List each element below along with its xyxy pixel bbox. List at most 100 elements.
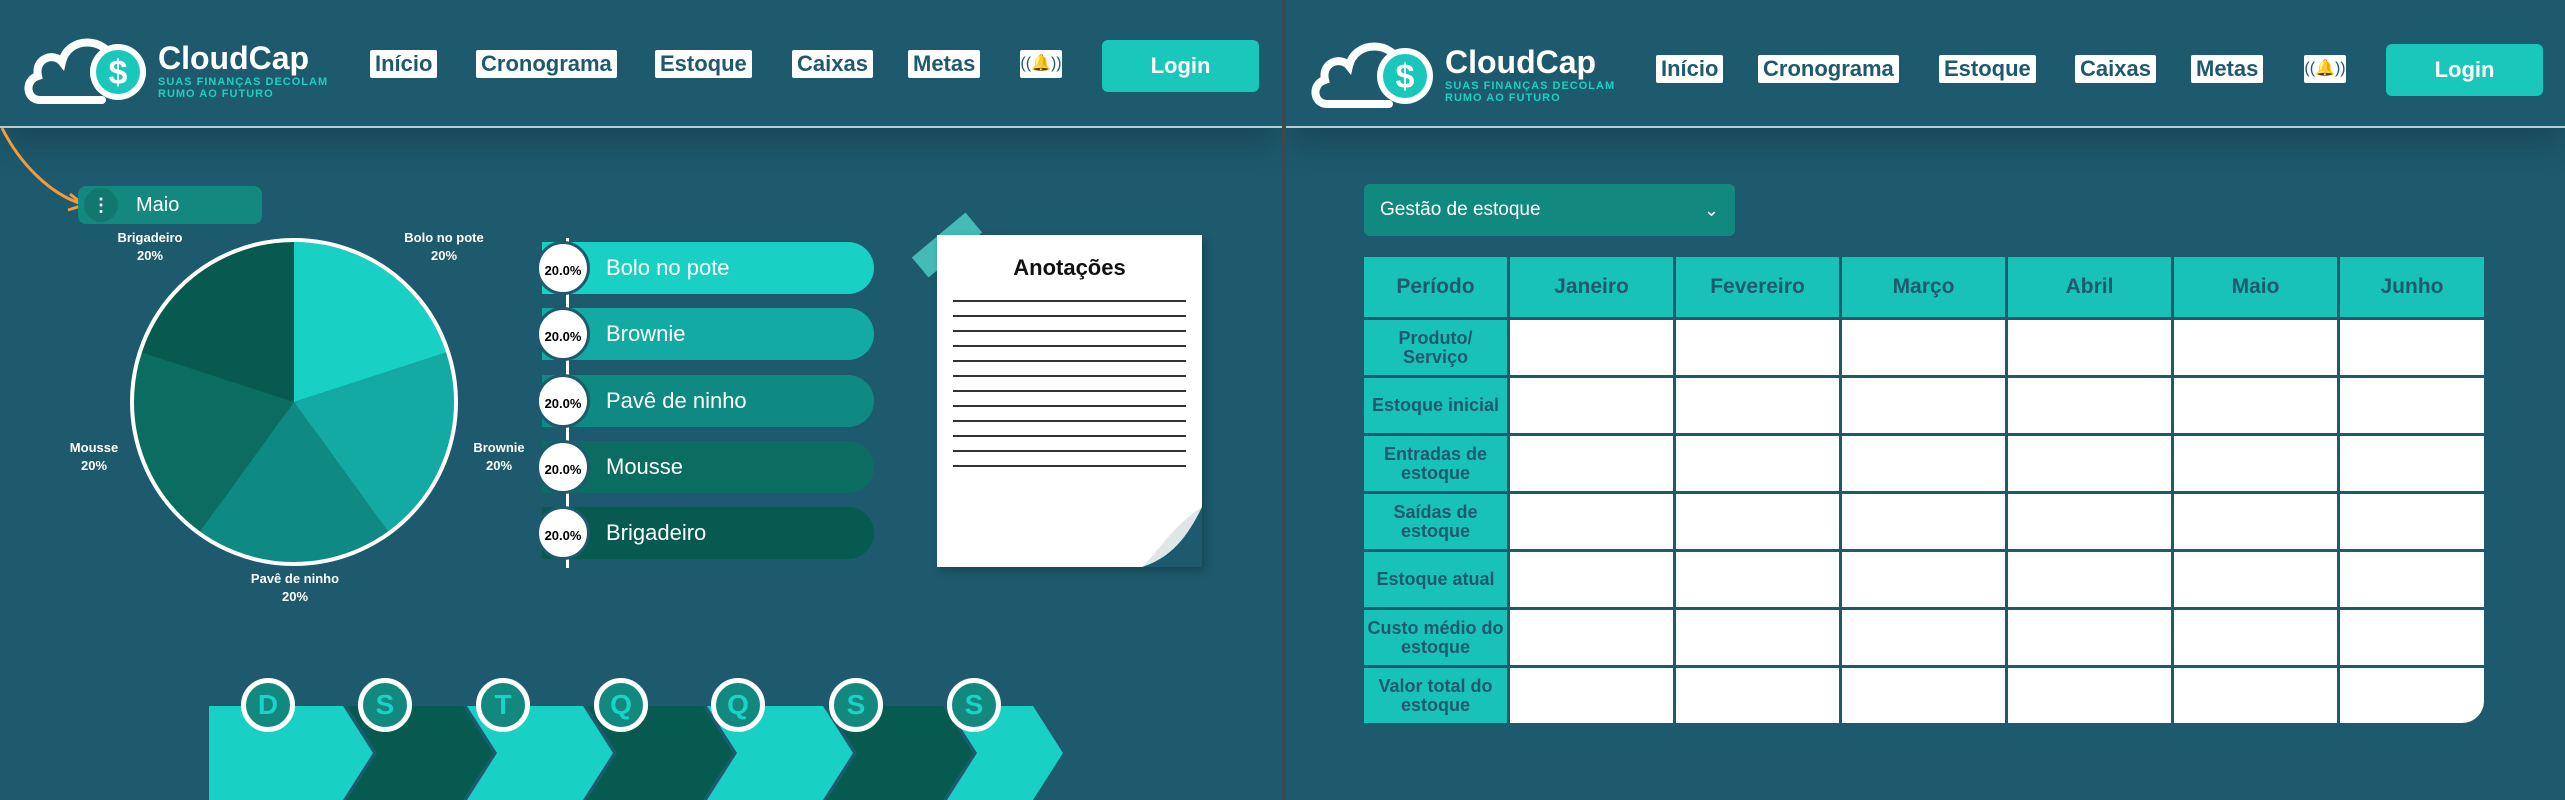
bell-icon[interactable]: ((🔔)) xyxy=(1020,50,1062,78)
table-cell[interactable] xyxy=(1510,320,1673,375)
table-cell[interactable] xyxy=(2008,378,2171,433)
legend-pct: 20.0% xyxy=(536,506,590,560)
table-cell[interactable] xyxy=(1510,494,1673,549)
select-label: Gestão de estoque xyxy=(1380,199,1541,220)
table-cell[interactable] xyxy=(2340,610,2484,665)
table-cell[interactable] xyxy=(2008,320,2171,375)
cloud-logo-icon: $ xyxy=(1311,42,1433,108)
table-cell[interactable] xyxy=(1842,668,2005,723)
bell-icon[interactable]: ((🔔)) xyxy=(2304,55,2346,83)
day-tuesday[interactable]: T xyxy=(476,678,530,732)
table-cell[interactable] xyxy=(2174,494,2337,549)
pie-label-pct: 20% xyxy=(485,458,513,473)
table-cell[interactable] xyxy=(1676,320,1839,375)
table-cell[interactable] xyxy=(2008,668,2171,723)
nav-cronograma[interactable]: Cronograma xyxy=(1758,55,1899,83)
brand-name: CloudCap xyxy=(1445,44,1597,80)
day-sunday[interactable]: D xyxy=(241,678,295,732)
note-line xyxy=(953,360,1186,362)
row-header: Produto/ Serviço xyxy=(1364,320,1507,375)
table-cell[interactable] xyxy=(2174,320,2337,375)
table-cell[interactable] xyxy=(1842,320,2005,375)
table-cell[interactable] xyxy=(2008,552,2171,607)
inventory-select[interactable]: Gestão de estoque ⌄ xyxy=(1364,184,1735,236)
table-cell[interactable] xyxy=(1842,552,2005,607)
table-cell[interactable] xyxy=(1676,668,1839,723)
header-month: Abril xyxy=(2008,257,2171,317)
nav-estoque[interactable]: Estoque xyxy=(655,50,752,78)
table-cell[interactable] xyxy=(1676,494,1839,549)
note-line xyxy=(953,390,1186,392)
table-cell[interactable] xyxy=(1510,610,1673,665)
more-options-icon[interactable]: ⋮ xyxy=(84,188,118,222)
notes-title: Anotações xyxy=(1013,255,1126,280)
inventory-panel: $ CloudCap SUAS FINANÇAS DECOLAM RUMO AO… xyxy=(1286,0,2565,800)
table-cell[interactable] xyxy=(2174,668,2337,723)
table-cell[interactable] xyxy=(2174,552,2337,607)
header: $ CloudCap SUAS FINANÇAS DECOLAM RUMO AO… xyxy=(0,0,1282,128)
table-cell[interactable] xyxy=(1842,378,2005,433)
legend-item-mousse: Mousse xyxy=(542,441,874,493)
cloud-logo-icon: $ xyxy=(24,38,146,104)
table-cell[interactable] xyxy=(2174,610,2337,665)
table-cell[interactable] xyxy=(1842,436,2005,491)
row-header: Custo médio do estoque xyxy=(1364,610,1507,665)
note-line xyxy=(953,300,1186,302)
pie-label-pct: 20% xyxy=(430,248,458,263)
table-cell[interactable] xyxy=(1676,378,1839,433)
brand-tagline: SUAS FINANÇAS DECOLAM RUMO AO FUTURO xyxy=(158,76,329,100)
table-cell[interactable] xyxy=(1676,436,1839,491)
nav-metas[interactable]: Metas xyxy=(2191,55,2264,83)
header-periodo: Período xyxy=(1364,257,1507,317)
table-cell[interactable] xyxy=(1510,436,1673,491)
day-wednesday[interactable]: Q xyxy=(594,678,648,732)
pie-label-name: Mousse xyxy=(69,440,119,455)
note-line xyxy=(953,435,1186,437)
table-cell[interactable] xyxy=(1510,552,1673,607)
table-cell[interactable] xyxy=(2008,436,2171,491)
pie-label-mousse: Mousse 20% xyxy=(54,439,134,475)
table-cell[interactable] xyxy=(2008,494,2171,549)
pie-label-pct: 20% xyxy=(80,458,108,473)
table-cell[interactable] xyxy=(2340,378,2484,433)
nav-inicio[interactable]: Início xyxy=(370,50,438,78)
nav-cronograma[interactable]: Cronograma xyxy=(476,50,617,78)
logo[interactable]: $ CloudCap SUAS FINANÇAS DECOLAM RUMO AO… xyxy=(1309,26,1619,108)
table-cell[interactable] xyxy=(1676,610,1839,665)
nav-estoque[interactable]: Estoque xyxy=(1939,55,2036,83)
table-cell[interactable] xyxy=(2008,610,2171,665)
table-cell[interactable] xyxy=(1842,610,2005,665)
svg-text:$: $ xyxy=(1396,58,1415,96)
header-month: Maio xyxy=(2174,257,2337,317)
day-friday[interactable]: S xyxy=(829,678,883,732)
table-cell[interactable] xyxy=(2174,378,2337,433)
legend-pct: 20.0% xyxy=(536,241,590,295)
pie-label-name: Bolo no pote xyxy=(404,230,484,245)
nav-inicio[interactable]: Início xyxy=(1656,55,1724,83)
table-cell[interactable] xyxy=(1510,668,1673,723)
day-saturday[interactable]: S xyxy=(947,678,1001,732)
table-cell[interactable] xyxy=(2340,668,2484,723)
table-cell[interactable] xyxy=(1676,552,1839,607)
legend-pct: 20.0% xyxy=(536,374,590,428)
row-header: Entradas de estoque xyxy=(1364,436,1507,491)
table-cell[interactable] xyxy=(2340,436,2484,491)
pie-label-name: Pavê de ninho xyxy=(250,571,340,586)
nav-metas[interactable]: Metas xyxy=(908,50,981,78)
pie-label-brownie: Brownie 20% xyxy=(458,439,540,475)
day-monday[interactable]: S xyxy=(358,678,412,732)
table-cell[interactable] xyxy=(2340,494,2484,549)
notes-card[interactable]: Anotações xyxy=(937,235,1202,567)
table-cell[interactable] xyxy=(2174,436,2337,491)
logo[interactable]: $ CloudCap SUAS FINANÇAS DECOLAM RUMO AO… xyxy=(22,22,332,104)
login-button[interactable]: Login xyxy=(1102,40,1259,92)
login-button[interactable]: Login xyxy=(2386,44,2543,96)
dashboard-panel: $ CloudCap SUAS FINANÇAS DECOLAM RUMO AO… xyxy=(0,0,1282,800)
day-thursday[interactable]: Q xyxy=(711,678,765,732)
nav-caixas[interactable]: Caixas xyxy=(792,50,873,78)
nav-caixas[interactable]: Caixas xyxy=(2075,55,2156,83)
table-cell[interactable] xyxy=(1842,494,2005,549)
table-cell[interactable] xyxy=(1510,378,1673,433)
table-cell[interactable] xyxy=(2340,320,2484,375)
table-cell[interactable] xyxy=(2340,552,2484,607)
